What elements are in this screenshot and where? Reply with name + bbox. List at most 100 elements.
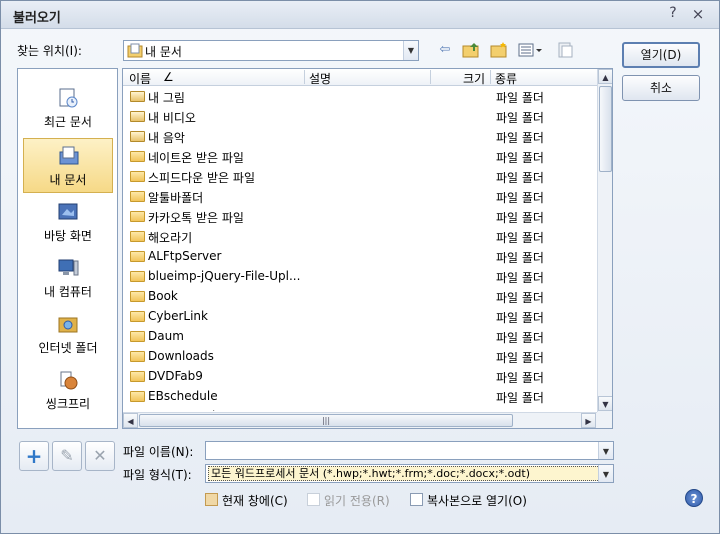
file-row[interactable]: 카카오톡 받은 파일 파일 폴더 <box>123 206 597 226</box>
folder-icon <box>130 211 145 222</box>
scroll-thumb[interactable] <box>599 86 612 172</box>
file-type: 파일 폴더 <box>496 191 544 205</box>
preview-icon[interactable] <box>555 41 575 59</box>
folder-icon <box>130 331 145 342</box>
column-divider[interactable] <box>430 70 431 84</box>
add-button[interactable]: + <box>19 441 49 471</box>
cancel-button[interactable]: 취소 <box>622 75 700 101</box>
edit-button[interactable]: ✎ <box>52 441 82 471</box>
scroll-down-icon[interactable]: ▼ <box>598 396 612 411</box>
file-name: Daum <box>148 329 184 343</box>
scroll-left-icon[interactable]: ◀ <box>123 413 138 428</box>
file-row[interactable]: 네이트온 받은 파일 파일 폴더 <box>123 146 597 166</box>
sort-indicator-icon: ∠ <box>163 70 174 84</box>
back-icon[interactable]: ⇦ <box>435 41 455 59</box>
place-desktop[interactable]: 바탕 화면 <box>23 195 113 250</box>
file-row[interactable]: ALFtpServer 파일 폴더 <box>123 246 597 266</box>
view-menu-icon[interactable] <box>517 41 545 59</box>
column-name[interactable]: 이름 <box>129 70 151 87</box>
place-internet-folder[interactable]: 인터넷 폴더 <box>23 307 113 362</box>
folder-icon <box>130 371 145 382</box>
column-divider[interactable] <box>304 70 305 84</box>
open-button[interactable]: 열기(D) <box>622 42 700 68</box>
place-label: 인터넷 폴더 <box>38 341 98 355</box>
close-button[interactable]: × <box>689 5 707 23</box>
place-thinkfree[interactable]: 씽크프리 <box>23 363 113 418</box>
file-type: 파일 폴더 <box>496 331 544 345</box>
file-name: 내 음악 <box>148 131 185 145</box>
file-row[interactable]: 내 그림 파일 폴더 <box>123 86 597 106</box>
my-documents-icon <box>59 146 79 165</box>
place-my-documents[interactable]: 내 문서 <box>23 138 113 193</box>
folder-icon <box>130 291 145 302</box>
up-folder-icon[interactable] <box>461 41 481 59</box>
places-bar: 최근 문서 내 문서 바탕 화면 내 컴퓨터 인터넷 폴더 씽크프리 <box>17 68 118 429</box>
column-divider[interactable] <box>490 70 491 84</box>
filetype-value: 모든 워드프로세서 문서 (*.hwp;*.hwt;*.frm;*.doc;*.… <box>208 466 600 481</box>
column-type[interactable]: 종류 <box>495 70 517 87</box>
thinkfree-icon <box>60 371 78 390</box>
lookin-value: 내 문서 <box>145 45 182 59</box>
column-size[interactable]: 크기 <box>463 70 485 87</box>
file-row[interactable]: 내 음악 파일 폴더 <box>123 126 597 146</box>
lookin-combo[interactable]: 내 문서 ▼ <box>123 40 419 61</box>
file-row[interactable]: DVDFab9 파일 폴더 <box>123 366 597 386</box>
file-name: blueimp-jQuery-File-Upl... <box>148 269 301 283</box>
new-folder-icon[interactable] <box>489 41 509 59</box>
file-type: 파일 폴더 <box>496 131 544 145</box>
file-type: 파일 폴더 <box>496 171 544 185</box>
place-label: 최근 문서 <box>44 115 92 129</box>
file-row[interactable]: 내 비디오 파일 폴더 <box>123 106 597 126</box>
option-label: 읽기 전용(R) <box>324 494 390 508</box>
file-row[interactable]: Daum 파일 폴더 <box>123 326 597 346</box>
file-name: 내 그림 <box>148 91 185 105</box>
chevron-down-icon[interactable]: ▼ <box>403 41 418 60</box>
file-row[interactable]: ezPDFReader2.0 파일 폴더 <box>123 406 597 411</box>
horizontal-scrollbar[interactable]: ◀ ||| ▶ <box>123 412 597 428</box>
place-recent-documents[interactable]: 최근 문서 <box>23 81 113 136</box>
place-label: 내 컴퓨터 <box>44 285 92 299</box>
file-row[interactable]: 스피드다운 받은 파일 파일 폴더 <box>123 166 597 186</box>
delete-button[interactable]: ✕ <box>85 441 115 471</box>
filename-field[interactable]: ▼ <box>205 441 614 460</box>
filetype-label: 파일 형식(T): <box>123 468 192 482</box>
file-type: 파일 폴더 <box>496 271 544 285</box>
folder-icon <box>130 191 145 202</box>
title-bar: 불러오기 ? × <box>1 1 719 29</box>
folder-icon <box>130 151 145 162</box>
scroll-thumb[interactable]: ||| <box>139 414 513 427</box>
scroll-up-icon[interactable]: ▲ <box>598 69 612 84</box>
place-label: 바탕 화면 <box>44 229 92 243</box>
help-icon[interactable]: ? <box>685 489 703 507</box>
checkbox[interactable] <box>205 493 218 506</box>
scroll-right-icon[interactable]: ▶ <box>581 413 596 428</box>
folder-icon <box>130 131 145 142</box>
file-name: CyberLink <box>148 309 208 323</box>
file-row[interactable]: 해오라기 파일 폴더 <box>123 226 597 246</box>
help-title-button[interactable]: ? <box>665 5 681 23</box>
place-my-computer[interactable]: 내 컴퓨터 <box>23 251 113 306</box>
internet-folder-icon <box>58 317 78 333</box>
filetype-select[interactable]: 모든 워드프로세서 문서 (*.hwp;*.hwt;*.frm;*.doc;*.… <box>205 464 614 483</box>
folder-icon <box>130 311 145 322</box>
column-description[interactable]: 설명 <box>309 70 331 87</box>
place-label: 내 문서 <box>49 173 87 187</box>
recent-documents-icon <box>59 88 78 108</box>
chevron-down-icon[interactable]: ▼ <box>598 465 613 482</box>
vertical-scrollbar[interactable]: ▲ ▼ <box>597 69 612 412</box>
file-name: DVDFab9 <box>148 369 203 383</box>
folder-icon <box>130 91 145 102</box>
file-row[interactable]: Downloads 파일 폴더 <box>123 346 597 366</box>
scroll-corner <box>597 412 612 428</box>
checkbox[interactable] <box>410 493 423 506</box>
my-documents-icon <box>127 43 143 58</box>
file-type: 파일 폴더 <box>496 311 544 325</box>
file-row[interactable]: EBschedule 파일 폴더 <box>123 386 597 406</box>
file-type: 파일 폴더 <box>496 111 544 125</box>
file-row[interactable]: 알툴바폴더 파일 폴더 <box>123 186 597 206</box>
file-row[interactable]: blueimp-jQuery-File-Upl... 파일 폴더 <box>123 266 597 286</box>
file-row[interactable]: Book 파일 폴더 <box>123 286 597 306</box>
file-name: 해오라기 <box>148 231 193 245</box>
file-row[interactable]: CyberLink 파일 폴더 <box>123 306 597 326</box>
chevron-down-icon[interactable]: ▼ <box>598 442 613 459</box>
